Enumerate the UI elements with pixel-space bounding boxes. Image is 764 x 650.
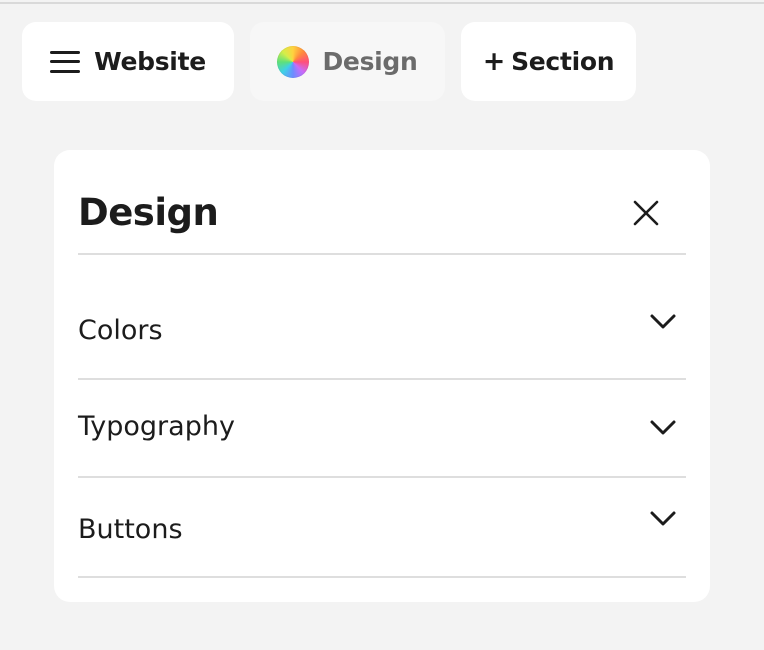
section-label-buttons: Buttons	[78, 514, 183, 545]
close-icon[interactable]	[631, 198, 661, 228]
top-divider	[0, 0, 764, 4]
hamburger-menu-icon	[50, 50, 81, 73]
section-divider	[78, 576, 686, 578]
design-button-label: Design	[322, 47, 418, 76]
section-row-typography[interactable]: Typography	[78, 380, 686, 476]
plus-icon: +	[482, 46, 506, 77]
section-label-colors: Colors	[78, 315, 163, 346]
header-divider	[78, 253, 686, 255]
design-button[interactable]: Design	[250, 22, 445, 101]
section-row-buttons[interactable]: Buttons	[78, 478, 686, 576]
chevron-down-icon	[650, 420, 676, 435]
design-panel: Design Colors Typography Buttons	[54, 150, 710, 602]
website-button[interactable]: Website	[22, 22, 234, 101]
website-button-label: Website	[94, 47, 206, 76]
add-section-button[interactable]: + Section	[461, 22, 636, 101]
add-section-button-label: Section	[511, 47, 615, 76]
color-wheel-icon	[277, 45, 310, 78]
section-label-typography: Typography	[78, 411, 235, 442]
chevron-down-icon	[650, 511, 676, 526]
chevron-down-icon	[650, 314, 676, 329]
panel-title: Design	[78, 191, 219, 234]
section-row-colors[interactable]: Colors	[78, 256, 686, 378]
